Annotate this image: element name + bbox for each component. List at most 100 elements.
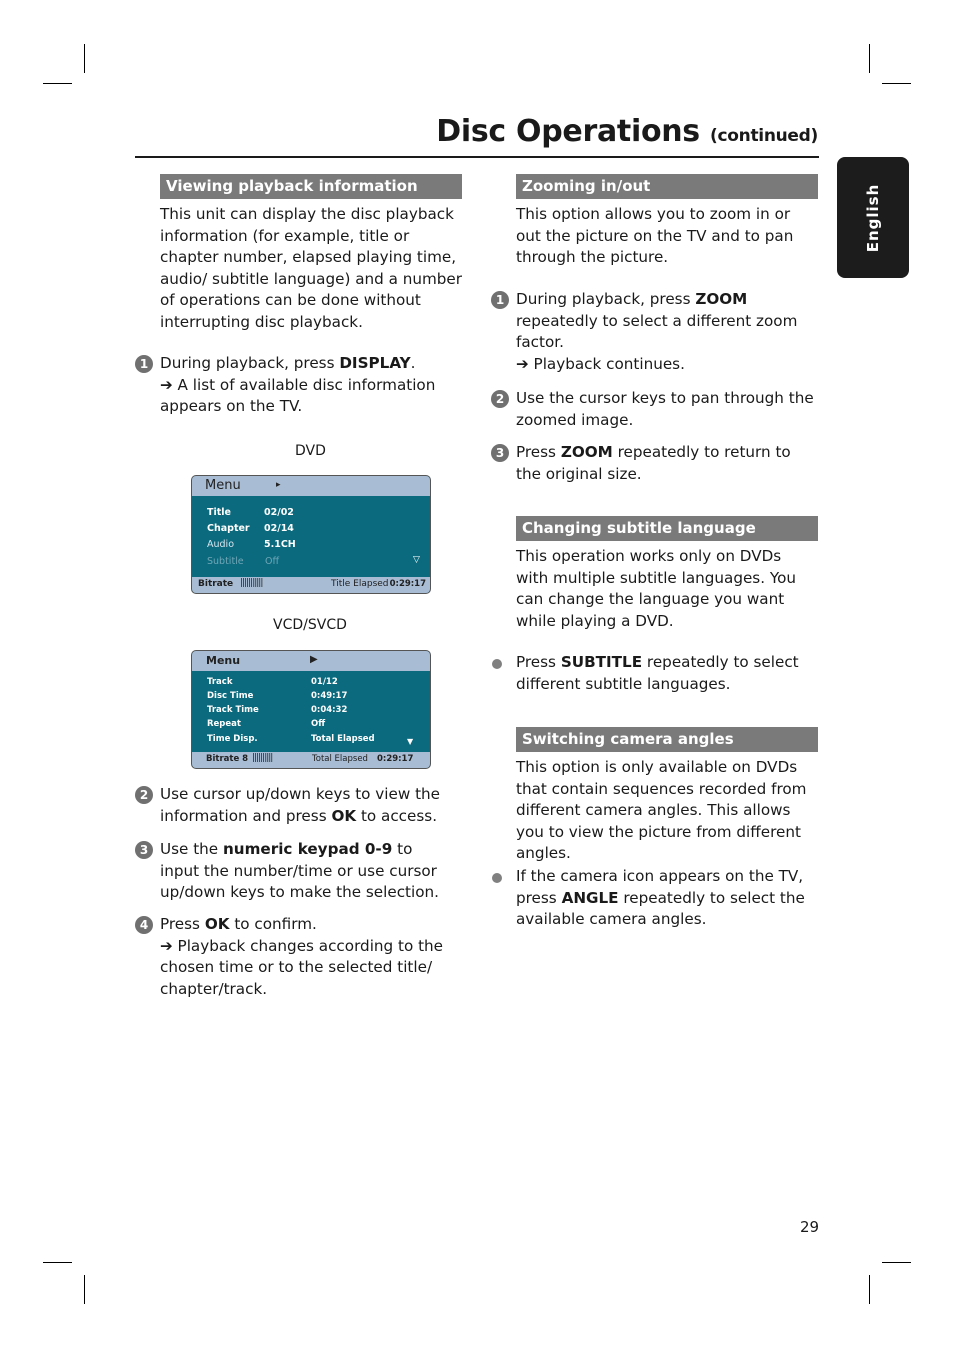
step-text: to confirm. (229, 915, 317, 933)
osd-row-value: 01/12 (311, 677, 338, 687)
elapsed-value: 0:29:17 (377, 754, 414, 764)
step-number-icon: 2 (135, 786, 153, 804)
vcd-osd-menu: Menu ▶ Track 01/12 Disc Time 0:49:17 Tra… (191, 650, 431, 769)
key-name: numeric keypad 0-9 (222, 840, 393, 858)
dvd-osd-menu: Menu ▸ Title 02/02 Chapter 02/14 Audio 5… (191, 475, 431, 594)
crop-mark (84, 44, 85, 73)
play-arrow-icon: ▶ (310, 654, 318, 665)
crop-mark (84, 1275, 85, 1304)
step-number-icon: 1 (491, 291, 509, 309)
language-tab-label: English (864, 183, 882, 252)
title-rule (135, 156, 819, 158)
zoom-step-2: 2 Use the cursor keys to pan through the… (491, 388, 816, 431)
osd-row-value: 5.1CH (264, 539, 296, 550)
page-title: Disc Operations (continued) (436, 114, 818, 149)
osd-row-label: Disc Time (207, 691, 254, 701)
section-intro: This option allows you to zoom in or out… (516, 205, 794, 266)
section-intro: This option is only available on DVDs th… (516, 758, 807, 862)
step-text: During playback, press (160, 354, 340, 372)
crop-mark (882, 1262, 911, 1263)
osd-row-value: 0:04:32 (311, 705, 348, 715)
osd-row-label: Subtitle (207, 556, 244, 567)
bitrate-bars: ||||||||||| (240, 578, 263, 588)
bitrate-label: Bitrate 8 (206, 754, 249, 764)
crop-mark (43, 83, 72, 84)
elapsed-value: 0:29:17 (389, 579, 426, 589)
step-4: 4 Press OK to confirm. ➔ Playback change… (135, 914, 450, 1000)
osd-row-value: 02/14 (264, 523, 294, 534)
section-heading: Switching camera angles (516, 727, 818, 752)
step-text: Press (516, 443, 561, 461)
subtitle-bullet: Press SUBTITLE repeatedly to select diff… (492, 652, 816, 695)
osd-footer: Bitrate ||||||||||| Title Elapsed 0:29:1… (192, 577, 430, 593)
section-angle: Switching camera angles This option is o… (516, 727, 818, 865)
osd-row-label: Track Time (207, 705, 259, 715)
step-text: Press (516, 653, 561, 671)
osd-row-value: Total Elapsed (311, 734, 375, 744)
section-heading: Viewing playback information (160, 174, 462, 199)
scroll-down-icon: ▼ (407, 737, 414, 746)
key-name: ZOOM (695, 290, 748, 308)
vcd-caption: VCD/SVCD (273, 617, 347, 633)
step-text: Use the cursor keys to pan through the z… (516, 389, 814, 429)
section-zoom: Zooming in/out This option allows you to… (516, 174, 818, 269)
page-title-main: Disc Operations (436, 114, 700, 149)
osd-header: Menu ▶ (192, 651, 430, 671)
osd-row-value: Off (265, 556, 280, 567)
step-number-icon: 3 (135, 841, 153, 859)
play-arrow-icon: ▸ (276, 480, 281, 490)
key-name: OK (331, 806, 357, 825)
osd-row-value: 02/02 (264, 507, 294, 518)
step-number-icon: 2 (491, 390, 509, 408)
page-title-continued: (continued) (710, 126, 818, 146)
section-viewing-playback: Viewing playback information This unit c… (160, 174, 462, 333)
key-name: SUBTITLE (560, 653, 643, 671)
step-text: Use the (160, 840, 223, 858)
osd-row-label: Chapter (207, 523, 250, 534)
osd-row-label: Time Disp. (207, 734, 258, 744)
osd-row-label: Track (207, 677, 233, 687)
osd-row-label: Repeat (207, 719, 241, 729)
step-result: ➔ A list of available disc information a… (160, 375, 436, 416)
zoom-step-1: 1 During playback, press ZOOM repeatedly… (491, 289, 816, 375)
step-2: 2 Use cursor up/down keys to view the in… (135, 784, 450, 827)
step-text: repeatedly to select a different zoom fa… (516, 311, 798, 352)
osd-row-label: Audio (207, 539, 235, 550)
step-1: 1 During playback, press DISPLAY. ➔ A li… (135, 353, 450, 418)
step-text: to access. (356, 806, 438, 825)
step-number-icon: 3 (491, 444, 509, 462)
step-text: Press (160, 915, 205, 933)
step-number-icon: 4 (135, 916, 153, 934)
crop-mark (882, 83, 911, 84)
step-3: 3 Use the numeric keypad 0-9 to input th… (135, 839, 455, 904)
bullet-icon (492, 659, 502, 669)
osd-row-value: Off (311, 719, 326, 729)
crop-mark (43, 1262, 72, 1263)
page-number: 29 (800, 1218, 820, 1236)
osd-header: Menu ▸ (192, 476, 430, 496)
elapsed-label: Total Elapsed (312, 754, 368, 764)
language-tab: English (837, 157, 909, 278)
section-intro: This unit can display the disc playback … (160, 205, 462, 331)
section-subtitle: Changing subtitle language This operatio… (516, 516, 818, 632)
step-text: . (410, 354, 416, 372)
angle-bullet: If the camera icon appears on the TV, pr… (492, 866, 816, 931)
key-name: DISPLAY (339, 354, 411, 372)
section-heading: Changing subtitle language (516, 516, 818, 541)
crop-mark (869, 1275, 870, 1304)
step-result: ➔ Playback continues. (516, 354, 685, 373)
step-number-icon: 1 (135, 355, 153, 373)
bitrate-bars: |||||||||| (252, 753, 273, 763)
key-name: ZOOM (560, 443, 613, 461)
zoom-step-3: 3 Press ZOOM repeatedly to return to the… (491, 442, 816, 485)
bullet-icon (492, 873, 502, 883)
key-name: OK (204, 915, 230, 933)
section-intro: This operation works only on DVDs with m… (516, 547, 797, 630)
osd-menu-label: Menu (205, 478, 241, 493)
step-result: ➔ Playback changes according to the chos… (160, 936, 444, 998)
osd-row-label: Title (207, 507, 231, 518)
bitrate-label: Bitrate (198, 579, 234, 589)
crop-mark (869, 44, 870, 73)
elapsed-label: Title Elapsed (331, 579, 389, 589)
osd-footer: Bitrate 8 |||||||||| Total Elapsed 0:29:… (192, 752, 430, 768)
